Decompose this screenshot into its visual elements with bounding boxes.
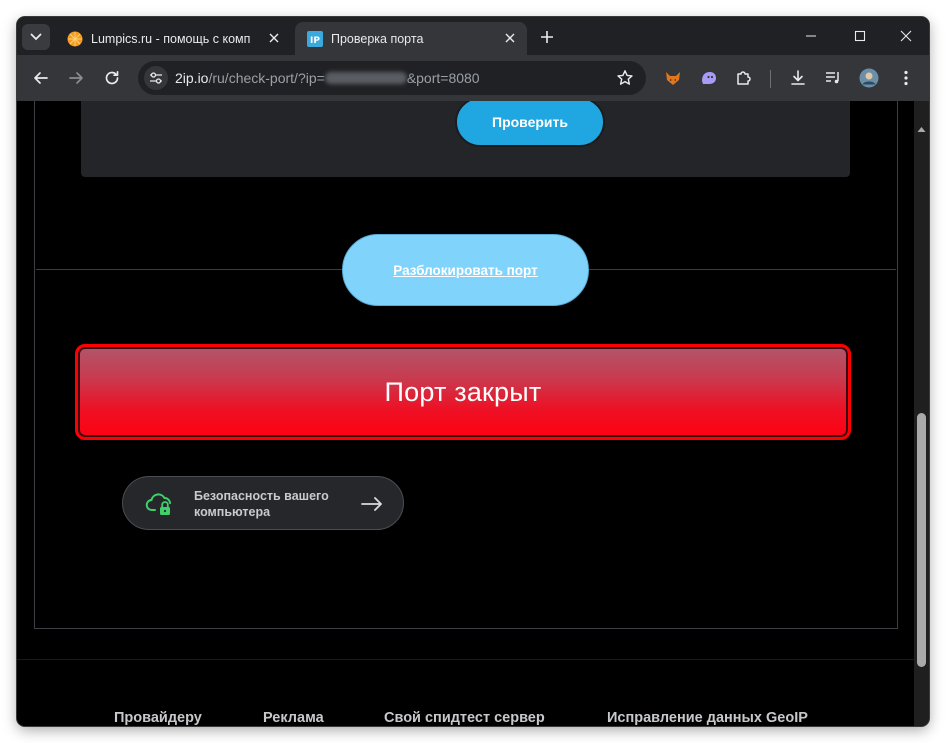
url-path-start: /ru/check-port/?ip= bbox=[208, 70, 325, 86]
reload-button[interactable] bbox=[100, 66, 124, 90]
unblock-port-link[interactable]: Разблокировать порт bbox=[393, 263, 537, 278]
puzzle-icon bbox=[737, 71, 751, 85]
minimize-icon bbox=[806, 35, 816, 37]
maximize-icon bbox=[854, 30, 866, 42]
footer-link-speedtest[interactable]: Свой спидтест сервер bbox=[384, 710, 545, 726]
ghost-extension-icon bbox=[702, 72, 716, 84]
profile-avatar[interactable] bbox=[857, 66, 881, 90]
new-tab-button[interactable] bbox=[537, 27, 557, 47]
close-icon bbox=[900, 30, 912, 42]
back-button[interactable] bbox=[29, 66, 53, 90]
browser-window: Lumpics.ru - помощь с компьютером IP Про… bbox=[17, 17, 929, 726]
tune-icon bbox=[150, 72, 162, 84]
footer-link-geoip[interactable]: Исправление данных GeoIP bbox=[607, 710, 808, 726]
address-bar[interactable]: 2ip.io/ru/check-port/?ip= &port=8080 bbox=[138, 61, 646, 95]
close-icon[interactable] bbox=[503, 31, 517, 45]
scroll-up-icon[interactable] bbox=[917, 125, 926, 134]
browser-toolbar: 2ip.io/ru/check-port/?ip= &port=8080 bbox=[17, 55, 929, 101]
tab-check-port[interactable]: IP Проверка порта bbox=[295, 22, 527, 55]
site-info-button[interactable] bbox=[144, 66, 168, 90]
lumpics-orange-icon bbox=[67, 31, 83, 46]
arrow-right-icon bbox=[361, 497, 382, 511]
tab-title: Проверка порта bbox=[331, 31, 424, 46]
footer-link-ads[interactable]: Реклама bbox=[263, 710, 324, 726]
playlist-icon bbox=[826, 72, 839, 84]
menu-button[interactable] bbox=[894, 66, 918, 90]
cloud-lock-icon bbox=[145, 493, 171, 515]
unblock-port-button[interactable]: Разблокировать порт bbox=[342, 234, 589, 306]
extension-fox[interactable] bbox=[661, 66, 685, 90]
bookmark-star-icon[interactable] bbox=[616, 69, 634, 87]
tab-strip: Lumpics.ru - помощь с компьютером IP Про… bbox=[17, 17, 929, 55]
url-text: 2ip.io/ru/check-port/?ip= &port=8080 bbox=[175, 70, 480, 86]
close-window-button[interactable] bbox=[894, 25, 918, 47]
plus-icon bbox=[541, 31, 553, 43]
arrow-left-icon bbox=[34, 72, 48, 84]
svg-text:IP: IP bbox=[310, 36, 320, 46]
forward-button[interactable] bbox=[64, 66, 88, 90]
more-vertical-icon bbox=[904, 70, 908, 86]
ip-icon: IP bbox=[307, 30, 323, 47]
reload-icon bbox=[105, 70, 119, 85]
port-status-text: Порт закрыт bbox=[384, 376, 542, 407]
page-scrollbar[interactable] bbox=[914, 101, 929, 726]
media-controls-button[interactable] bbox=[821, 66, 845, 90]
footer-link-provider[interactable]: Провайдеру bbox=[114, 710, 202, 726]
url-path-end: &port=8080 bbox=[406, 70, 480, 86]
security-link-button[interactable]: Безопасность вашего компьютера bbox=[122, 476, 404, 530]
scrollbar-thumb[interactable] bbox=[917, 413, 926, 667]
url-host: 2ip.io bbox=[175, 70, 209, 86]
fox-extension-icon bbox=[666, 72, 680, 85]
tab-lumpics[interactable]: Lumpics.ru - помощь с компьютером bbox=[55, 22, 291, 55]
download-icon bbox=[791, 70, 805, 85]
port-check-form: Проверить bbox=[81, 101, 850, 177]
tab-search-button[interactable] bbox=[22, 24, 50, 50]
extensions-button[interactable] bbox=[732, 66, 756, 90]
check-button[interactable]: Проверить bbox=[455, 101, 605, 147]
port-status-banner: Порт закрыт bbox=[75, 344, 851, 440]
blurred-ip bbox=[324, 72, 407, 84]
page-footer: Провайдеру Реклама Свой спидтест сервер … bbox=[17, 659, 914, 726]
tab-title: Lumpics.ru - помощь с компьютером bbox=[91, 31, 251, 46]
downloads-button[interactable] bbox=[786, 66, 810, 90]
maximize-button[interactable] bbox=[848, 25, 872, 47]
avatar-icon bbox=[859, 68, 879, 88]
chevron-down-icon bbox=[30, 33, 42, 41]
security-link-label: Безопасность вашего компьютера bbox=[194, 489, 329, 519]
minimize-button[interactable] bbox=[799, 25, 823, 47]
extension-ghost[interactable] bbox=[697, 66, 721, 90]
page-viewport: Проверить Разблокировать порт Порт закры… bbox=[17, 101, 914, 726]
toolbar-separator bbox=[770, 70, 771, 88]
arrow-right-icon bbox=[69, 72, 83, 84]
close-icon[interactable] bbox=[267, 31, 281, 45]
